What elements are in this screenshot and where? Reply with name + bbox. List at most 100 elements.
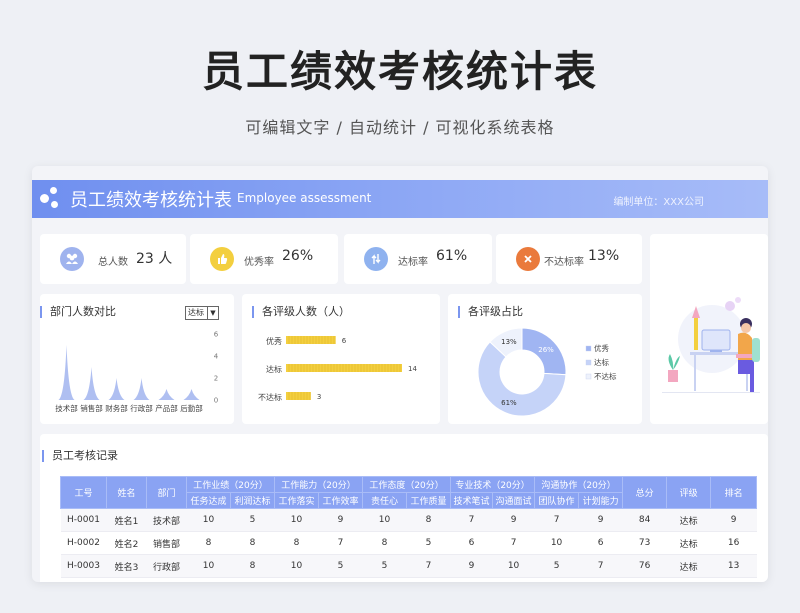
dept-area-mark <box>133 378 150 400</box>
table-cell[interactable]: 5 <box>362 554 407 578</box>
table-cell[interactable]: 8 <box>186 531 231 555</box>
sub-header: 工作落实 <box>274 492 320 509</box>
dept-category-label: 财务部 <box>105 403 128 413</box>
table-cell[interactable]: 5 <box>534 554 579 578</box>
dept-chart-title: 部门人数对比 <box>40 306 116 318</box>
legend-label: 优秀 <box>594 343 609 353</box>
table-cell[interactable]: 5 <box>230 508 275 532</box>
table-cell[interactable]: 姓名3 <box>106 554 147 578</box>
table-cell[interactable]: 84 <box>622 508 667 532</box>
dept-area-chart: 技术部 销售部 财务部 行政部 产品部 后勤部 0 2 4 6 <box>55 331 219 414</box>
table-cell[interactable]: 8 <box>230 554 275 578</box>
close-icon <box>516 247 540 271</box>
sub-header: 团队协作 <box>534 492 580 509</box>
table-cell[interactable]: 达标 <box>666 531 711 555</box>
page-title: 员工绩效考核统计表 <box>201 47 598 96</box>
table-cell[interactable]: 8 <box>274 531 319 555</box>
legend-label: 达标 <box>594 357 609 367</box>
table-cell[interactable]: 10 <box>492 554 535 578</box>
table-cell[interactable]: H-0002 <box>60 531 107 555</box>
table-cell[interactable]: 姓名1 <box>106 508 147 532</box>
dept-y-tick: 2 <box>214 375 218 383</box>
table-cell[interactable]: 9 <box>492 508 535 532</box>
header-banner: 员工绩效考核统计表 Employee assessment 编制单位：XXX公司 <box>32 180 768 218</box>
table-cell[interactable]: 达标 <box>666 554 711 578</box>
table-cell[interactable]: 技术部 <box>146 508 187 532</box>
table-row[interactable]: H-0001 姓名1 技术部 10 5 10 9 10 8 7 9 7 9 84 达标 9 <box>60 508 757 532</box>
table-cell[interactable]: 7 <box>318 531 363 555</box>
table-cell[interactable]: 10 <box>274 554 319 578</box>
sub-header: 利润达标 <box>229 492 276 509</box>
grade-count-card: 各评级人数（人） 优秀 6 达标 14 不达标 3 <box>242 294 440 424</box>
sheet-english-title: Employee assessment <box>237 191 372 205</box>
chevron-down-icon[interactable]: ▼ <box>207 307 218 319</box>
table-cell[interactable]: 7 <box>492 531 535 555</box>
table-cell[interactable]: 8 <box>230 531 275 555</box>
legend-swatch <box>585 345 592 352</box>
dept-area-mark <box>183 389 200 400</box>
table-cell[interactable]: 9 <box>318 508 363 532</box>
table-cell[interactable]: 10 <box>186 508 231 532</box>
dept-area-mark <box>58 345 75 400</box>
table-cell[interactable]: 姓名2 <box>106 531 147 555</box>
stat-label: 达标率 <box>398 257 428 268</box>
table-cell[interactable]: 6 <box>450 531 493 555</box>
stat-value: 61% <box>436 248 468 264</box>
table-cell[interactable]: 76 <box>622 554 667 578</box>
table-body: H-0001 姓名1 技术部 10 5 10 9 10 8 7 9 7 9 84 达标 9 H-0002 姓名2 销… <box>60 508 757 578</box>
table-cell[interactable]: 10 <box>534 531 579 555</box>
table-cell[interactable]: 73 <box>622 531 667 555</box>
table-cell[interactable]: 7 <box>534 508 579 532</box>
grade-share-card: 各评级占比 26% 61% 13% 优秀 达标 不达标 <box>448 294 642 424</box>
table-cell[interactable]: 6 <box>578 531 623 555</box>
stat-card-fail: 不达标率 13% <box>496 234 642 284</box>
stat-value: 23 人 <box>136 251 173 267</box>
column-header: 姓名 <box>106 476 147 509</box>
grade-value-label: 3 <box>317 393 321 401</box>
table-cell[interactable]: H-0003 <box>60 554 107 578</box>
stat-card-total: 总人数 23 人 <box>40 234 186 284</box>
legend-label: 不达标 <box>594 371 617 381</box>
stat-label: 优秀率 <box>244 257 274 268</box>
table-cell[interactable]: 销售部 <box>146 531 187 555</box>
dept-filter-select[interactable]: 达标 ▼ <box>185 306 219 320</box>
table-row[interactable]: H-0003 姓名3 行政部 10 8 10 5 5 7 9 10 5 7 76 达标 13 <box>60 554 757 578</box>
table-cell[interactable]: 8 <box>362 531 407 555</box>
table-cell[interactable]: 10 <box>362 508 407 532</box>
stat-card-pass: 达标率 61% <box>344 234 492 284</box>
table-cell[interactable]: 7 <box>578 554 623 578</box>
table-row[interactable]: H-0002 姓名2 销售部 8 8 8 7 8 5 6 7 10 6 73 达标 16 <box>60 531 757 555</box>
table-cell[interactable]: 10 <box>274 508 319 532</box>
table-cell[interactable]: 8 <box>406 508 451 532</box>
records-title: 员工考核记录 <box>42 450 118 462</box>
people-icon <box>60 247 84 271</box>
dept-category-label: 销售部 <box>80 403 103 413</box>
grade-bar <box>286 364 402 372</box>
dept-area-mark <box>158 389 175 400</box>
thumb-up-icon <box>210 247 234 271</box>
column-header: 排名 <box>710 476 758 509</box>
table-cell[interactable]: 5 <box>318 554 363 578</box>
dept-category-label: 技术部 <box>55 403 78 413</box>
dept-category-label: 行政部 <box>130 403 153 413</box>
table-cell[interactable]: 7 <box>406 554 451 578</box>
dept-chart-card: 部门人数对比 达标 ▼ 技术部 销售部 财务部 行政部 产品部 后勤部 0 2 4 6 <box>40 294 234 424</box>
table-cell[interactable]: 7 <box>450 508 493 532</box>
table-cell[interactable]: 达标 <box>666 508 711 532</box>
table-cell[interactable]: 16 <box>710 531 757 555</box>
table-cell[interactable]: 9 <box>450 554 493 578</box>
table-cell[interactable]: H-0001 <box>60 508 107 532</box>
table-cell[interactable]: 9 <box>710 508 757 532</box>
group-header: 专业技术（20分） <box>450 476 536 493</box>
table-cell[interactable]: 行政部 <box>146 554 187 578</box>
group-header: 沟通协作（20分） <box>534 476 624 493</box>
table-cell[interactable]: 13 <box>710 554 757 578</box>
group-header: 工作业绩（20分） <box>185 476 276 493</box>
grade-category-label: 达标 <box>266 364 282 374</box>
table-cell[interactable]: 10 <box>186 554 231 578</box>
arrows-icon <box>364 247 388 271</box>
table-cell[interactable]: 9 <box>578 508 623 532</box>
grade-value-label: 6 <box>342 337 347 345</box>
sub-header: 责任心 <box>362 492 408 509</box>
table-cell[interactable]: 5 <box>406 531 451 555</box>
